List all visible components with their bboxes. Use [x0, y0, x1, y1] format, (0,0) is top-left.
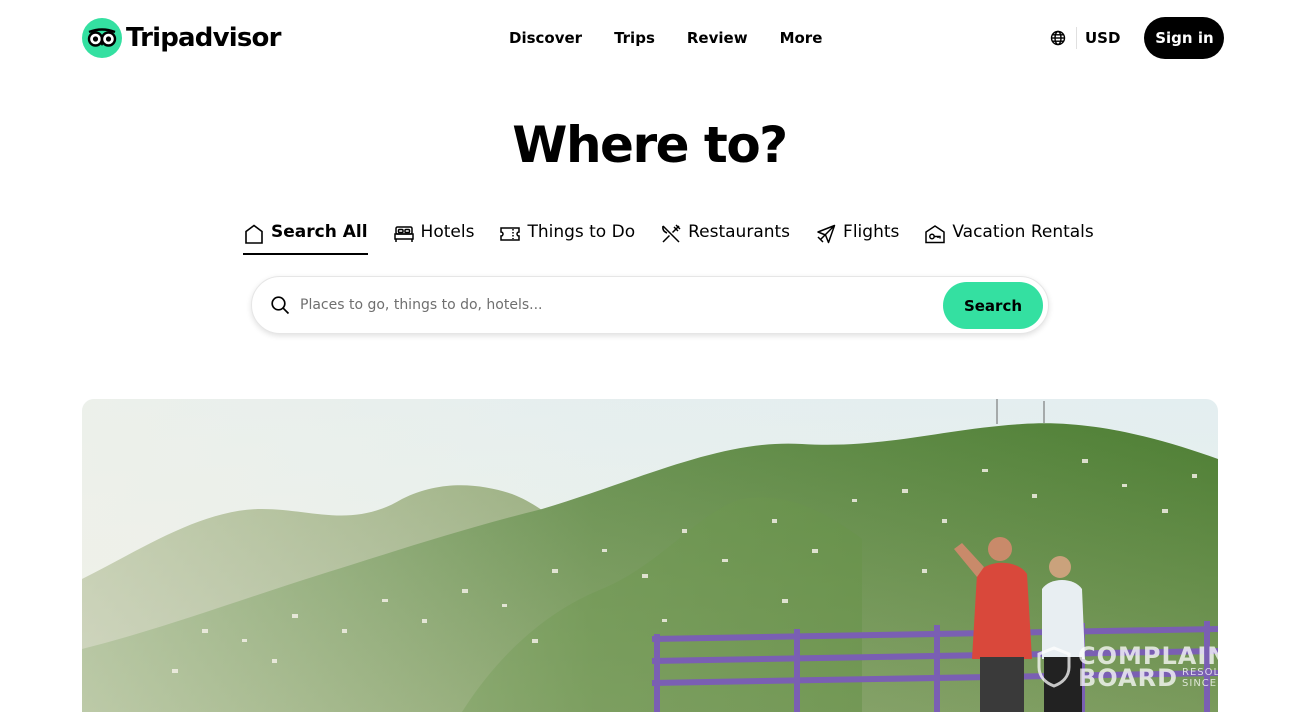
- tab-label: Hotels: [420, 222, 475, 242]
- page-title: Where to?: [512, 116, 788, 174]
- currency-selector[interactable]: USD: [1085, 29, 1120, 47]
- tab-restaurants[interactable]: Restaurants: [660, 220, 790, 256]
- watermark-sub2: SINCE: [1182, 678, 1218, 689]
- owl-logo-icon: [82, 18, 122, 58]
- top-header: Tripadvisor Discover Trips Review More U…: [0, 0, 1299, 76]
- tab-hotels[interactable]: Hotels: [393, 220, 475, 256]
- watermark-line2: BOARD: [1078, 664, 1179, 692]
- ticket-icon: [500, 227, 521, 241]
- shield-icon: [1037, 646, 1071, 688]
- home-icon: [245, 224, 263, 244]
- nav-discover[interactable]: Discover: [509, 29, 582, 47]
- search-bar: Search: [251, 276, 1049, 334]
- search-button[interactable]: Search: [943, 282, 1043, 329]
- search-category-tabs: Search All Hotels Things to Do Restauran…: [243, 220, 1094, 256]
- nav-trips[interactable]: Trips: [614, 29, 655, 47]
- globe-icon[interactable]: [1048, 28, 1068, 48]
- tab-search-all[interactable]: Search All: [243, 220, 368, 256]
- bed-icon: [393, 226, 414, 242]
- header-tools: USD Sign in: [1048, 17, 1225, 59]
- main-nav: Discover Trips Review More: [509, 29, 822, 47]
- tab-vacation-rentals[interactable]: Vacation Rentals: [924, 220, 1094, 256]
- watermark-text: COMPLAIN BOARD RESOLV SINCE: [1078, 644, 1218, 692]
- nav-more[interactable]: More: [780, 29, 823, 47]
- header-divider: [1076, 27, 1077, 49]
- watermark-sub1: RESOLV: [1182, 667, 1218, 678]
- house-key-icon: [925, 225, 946, 244]
- tab-label: Things to Do: [527, 222, 636, 242]
- logo-wordmark: Tripadvisor: [126, 23, 281, 53]
- tab-flights[interactable]: Flights: [815, 220, 899, 256]
- utensils-icon: [662, 224, 681, 243]
- hero-image: COMPLAIN BOARD RESOLV SINCE: [82, 399, 1218, 712]
- plane-icon: [817, 224, 836, 244]
- tab-things-to-do[interactable]: Things to Do: [499, 220, 635, 256]
- search-input[interactable]: [300, 291, 900, 319]
- tab-label: Flights: [843, 222, 900, 242]
- sign-in-button[interactable]: Sign in: [1144, 17, 1225, 59]
- tab-label: Search All: [271, 222, 368, 242]
- complaint-board-watermark: COMPLAIN BOARD RESOLV SINCE: [1036, 644, 1218, 692]
- tab-label: Restaurants: [688, 222, 791, 242]
- tab-label: Vacation Rentals: [952, 222, 1094, 242]
- search-icon: [270, 295, 290, 319]
- tripadvisor-logo[interactable]: Tripadvisor: [82, 18, 281, 58]
- nav-review[interactable]: Review: [687, 29, 748, 47]
